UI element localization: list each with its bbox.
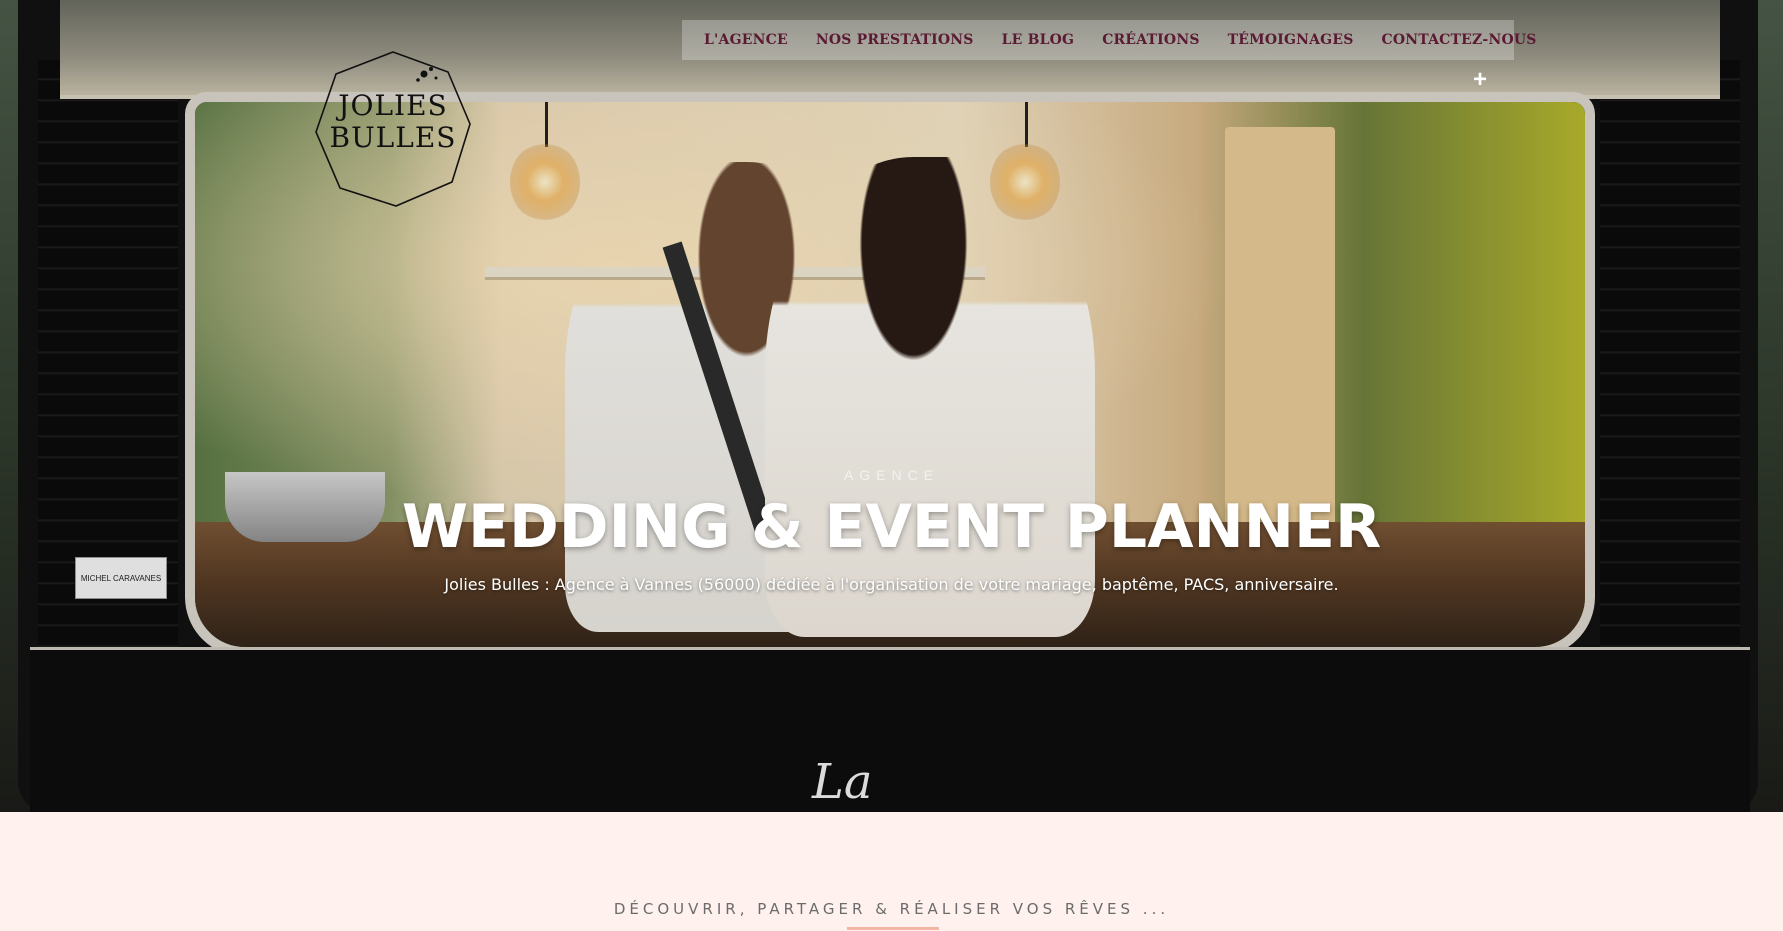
logo[interactable]: JOLIES BULLES xyxy=(312,48,474,210)
logo-line-1: JOLIES xyxy=(338,89,448,122)
nav-item-creations[interactable]: CRÉATIONS xyxy=(1102,32,1199,48)
nav-item-agence[interactable]: L'AGENCE xyxy=(704,32,788,48)
logo-text: JOLIES BULLES xyxy=(312,90,474,154)
nav-item-contact[interactable]: CONTACTEZ-NOUS xyxy=(1382,32,1537,48)
hero-title: WEDDING & EVENT PLANNER xyxy=(401,492,1382,562)
section-title: DÉCOUVRIR, PARTAGER & RÉALISER VOS RÊVES… xyxy=(613,900,1170,918)
section-underline xyxy=(847,927,939,930)
nav-item-prestations[interactable]: NOS PRESTATIONS xyxy=(816,32,974,48)
intro-section: DÉCOUVRIR, PARTAGER & RÉALISER VOS RÊVES… xyxy=(0,812,1783,931)
hero-section: MICHEL CARAVANES La xyxy=(0,0,1783,812)
logo-line-2: BULLES xyxy=(329,121,457,154)
expand-menu-button[interactable]: + xyxy=(1470,68,1490,92)
nav-item-blog[interactable]: LE BLOG xyxy=(1002,32,1075,48)
hero-eyebrow: AGENCE xyxy=(843,467,940,483)
hero-overlay xyxy=(0,0,1783,812)
nav-item-temoignages[interactable]: TÉMOIGNAGES xyxy=(1228,32,1354,48)
main-nav: L'AGENCE NOS PRESTATIONS LE BLOG CRÉATIO… xyxy=(682,20,1536,60)
hero-subtitle: Jolies Bulles : Agence à Vannes (56000) … xyxy=(444,575,1339,594)
